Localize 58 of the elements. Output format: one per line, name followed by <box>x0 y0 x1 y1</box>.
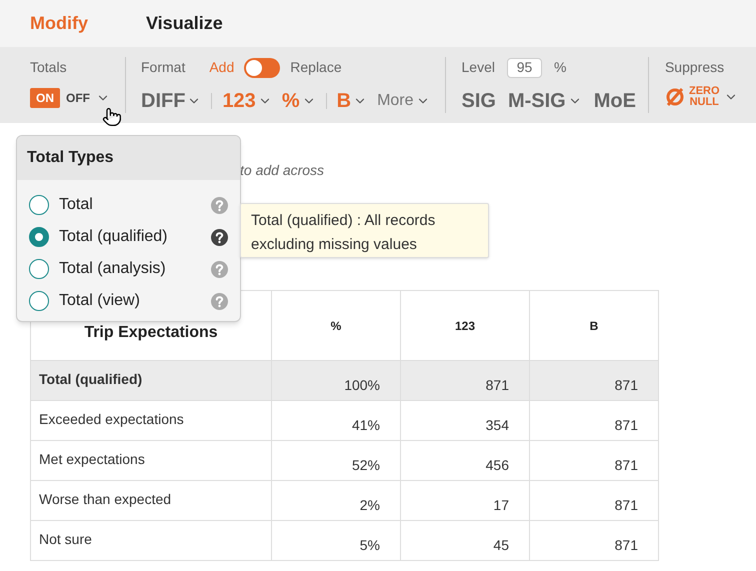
level-label: Level <box>462 58 495 77</box>
percent-unit: % <box>554 58 566 77</box>
level-field[interactable]: 95 <box>506 58 542 78</box>
popover-title: Total Types <box>27 148 114 168</box>
suppress-button[interactable]: ZERO NULL <box>664 86 738 108</box>
table-cell: 871 <box>530 360 658 400</box>
empty-set-icon <box>664 87 685 107</box>
significance-button[interactable]: SIG <box>462 86 496 116</box>
radio-label[interactable]: Total <box>59 193 211 217</box>
table-cell: 871 <box>530 400 658 440</box>
table-cell: 41% <box>272 400 400 440</box>
radio-button[interactable] <box>29 195 49 215</box>
table-cell: 2% <box>272 480 400 520</box>
table-cell: Exceeded expectations <box>30 400 272 440</box>
table-cell: 100% <box>272 360 400 400</box>
mode-toggle[interactable] <box>244 58 280 78</box>
format-button[interactable]: B <box>336 86 368 116</box>
significance-button[interactable]: M-SIG <box>508 86 582 116</box>
radio-label[interactable]: Total (qualified) <box>59 225 211 249</box>
format-label: Format <box>141 58 186 77</box>
table-cell: Worse than expected <box>30 480 272 520</box>
significance-button[interactable]: MoE <box>594 86 636 116</box>
table-cell: 871 <box>530 520 658 560</box>
tab[interactable]: Modify <box>30 10 88 37</box>
table-cell: 52% <box>272 440 400 480</box>
format-button[interactable]: 123 <box>222 86 272 116</box>
table-cell: 5% <box>272 520 400 560</box>
table-cell: 871 <box>400 360 530 400</box>
format-button[interactable]: More <box>377 89 430 113</box>
table-cell: 17 <box>400 480 530 520</box>
table-cell: 354 <box>400 400 530 440</box>
table-cell: Met expectations <box>30 440 272 480</box>
suppress-label: Suppress <box>664 58 726 77</box>
off-button[interactable]: OFF <box>64 88 92 108</box>
on-button[interactable]: ON <box>30 88 60 108</box>
tooltip-text: Total (qualified) : All records excluding missing values <box>251 212 436 253</box>
table-cell: 871 <box>530 440 658 480</box>
table-cell: 456 <box>400 440 530 480</box>
radio-label[interactable]: Total (view) <box>59 289 211 313</box>
zero-label: ZERO <box>688 86 720 97</box>
radio-label[interactable]: Total (analysis) <box>59 257 211 281</box>
format-button[interactable]: % <box>282 86 316 116</box>
format-button[interactable]: DIFF <box>141 86 202 116</box>
radio-button[interactable] <box>29 291 49 311</box>
radio-button[interactable] <box>29 227 49 247</box>
null-label: NULL <box>688 97 720 108</box>
radio-button[interactable] <box>29 259 49 279</box>
help-icon[interactable] <box>211 228 228 246</box>
hint-text: to add across <box>240 162 324 178</box>
table-cell: 871 <box>530 480 658 520</box>
add-label: Add <box>209 58 234 77</box>
table-cell: 45 <box>400 520 530 560</box>
hand-cursor-icon <box>102 106 122 128</box>
tab[interactable]: Visualize <box>146 10 223 37</box>
table-cell: Not sure <box>30 520 272 560</box>
table-cell: Total (qualified) <box>30 360 272 400</box>
totals-label: Totals <box>30 58 68 77</box>
replace-label: Replace <box>290 58 342 77</box>
